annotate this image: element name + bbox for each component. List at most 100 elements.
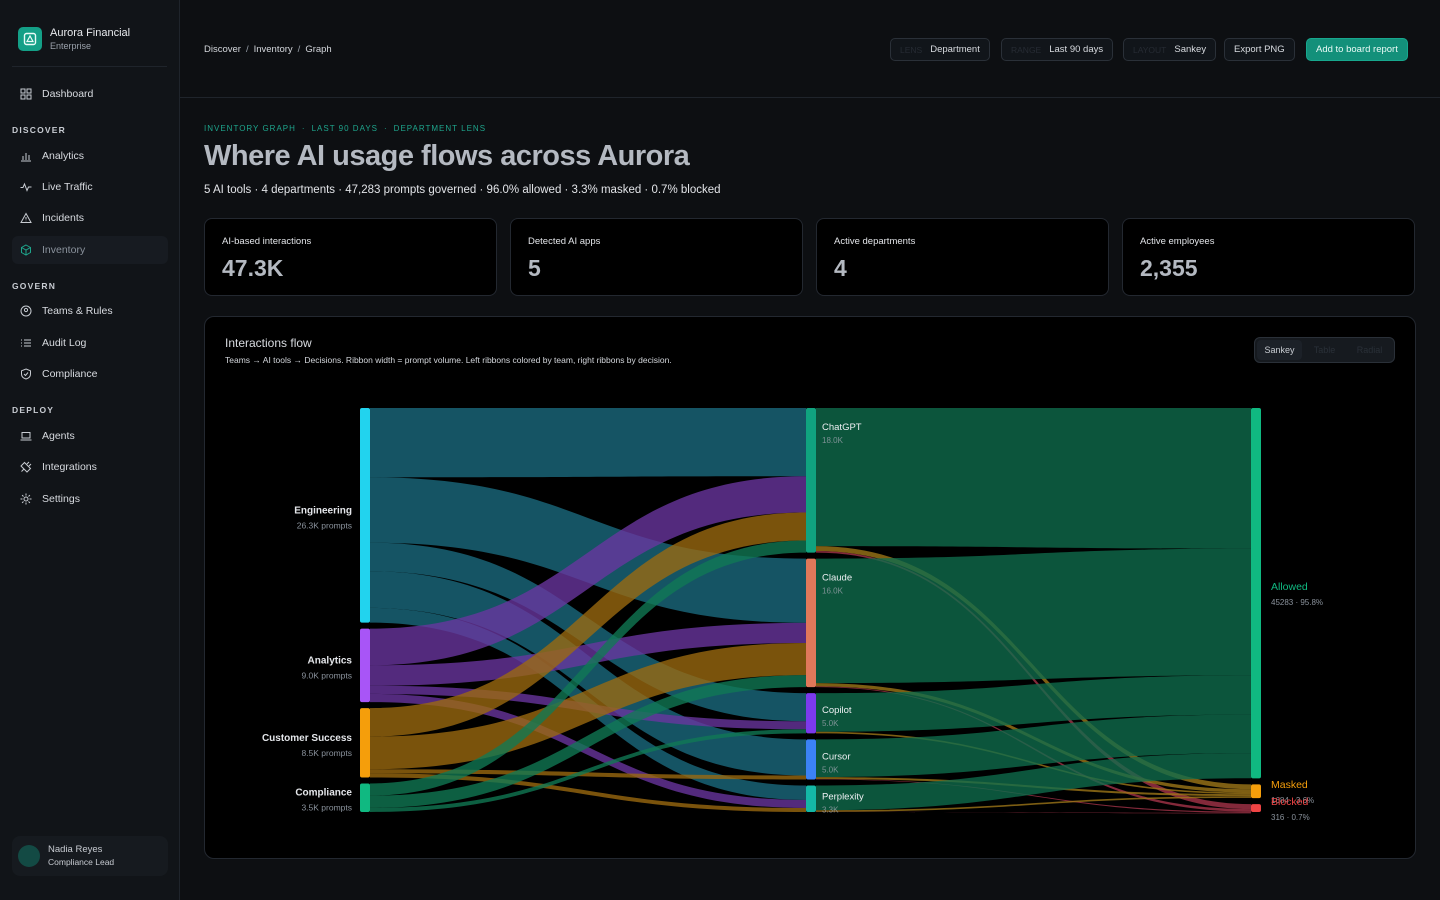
decision-sublabel: 45283 · 95.8%: [1271, 598, 1323, 607]
ribbon-eng-gpt[interactable]: [370, 408, 806, 478]
breadcrumb: Discover / Inventory / Graph: [204, 44, 332, 55]
team-node-eng[interactable]: [360, 408, 370, 623]
sidebar-item-compliance[interactable]: Compliance: [12, 360, 168, 388]
kpi-card-apps[interactable]: Detected AI apps 5: [510, 218, 803, 296]
tool-label: Cursor: [822, 751, 851, 762]
department-lens-label: Department: [930, 44, 980, 55]
sidebar-item-label: Live Traffic: [42, 181, 93, 193]
decision-node-allow[interactable]: [1251, 408, 1261, 779]
cube-icon: [21, 244, 31, 256]
team-label: Customer Success: [262, 733, 352, 744]
department-lens-button[interactable]: LENS Department: [890, 38, 990, 61]
tool-node-cop[interactable]: [806, 693, 816, 734]
kpi-card-employees[interactable]: Active employees 2,355: [1122, 218, 1415, 296]
page-subtitle: 5 AI tools · 4 departments · 47,283 prom…: [204, 184, 721, 196]
lens-ghost-label: LENS: [900, 44, 923, 55]
layout-ghost-label: LAYOUT: [1133, 44, 1167, 55]
user-card[interactable]: Nadia Reyes Compliance Lead: [12, 836, 168, 876]
decision-label: Blocked: [1271, 796, 1309, 808]
sidebar-item-teams-rules[interactable]: Teams & Rules: [12, 297, 168, 325]
team-label: Engineering: [294, 505, 352, 516]
sidebar-item-dashboard[interactable]: Dashboard: [12, 80, 168, 108]
tool-sublabel: 5.0K: [822, 765, 839, 774]
decision-node-mask[interactable]: [1251, 784, 1261, 799]
tool-node-cur[interactable]: [806, 739, 816, 780]
ribbon-gpt-allow[interactable]: [816, 408, 1251, 549]
list-icon: [21, 339, 31, 347]
sidebar-item-agents[interactable]: Agents: [12, 422, 168, 450]
ribbon-cla-allow[interactable]: [816, 548, 1251, 684]
kpi-card-interactions[interactable]: AI-based interactions 47.3K: [204, 218, 497, 296]
kpi-card-departments[interactable]: Active departments 4: [816, 218, 1109, 296]
layout-label: Sankey: [1174, 44, 1207, 55]
user-role: Compliance Lead: [48, 857, 115, 867]
breadcrumb-item-graph: Graph: [305, 44, 332, 55]
team-sublabel: 26.3K prompts: [297, 520, 352, 530]
tool-sublabel: 18.0K: [822, 436, 844, 445]
sidebar-item-audit-log[interactable]: Audit Log: [12, 329, 168, 357]
avatar: [18, 845, 40, 867]
decision-node-block[interactable]: [1251, 804, 1261, 812]
export-png-button[interactable]: Export PNG: [1224, 38, 1295, 61]
tool-node-gpt[interactable]: [806, 408, 816, 553]
warning-icon: [20, 212, 32, 223]
team-node-cs[interactable]: [360, 708, 370, 778]
user-name: Nadia Reyes: [48, 844, 103, 855]
tool-label: Claude: [822, 573, 852, 584]
tool-label: Copilot: [822, 705, 852, 716]
nav-section-deploy: DEPLOY: [12, 405, 55, 415]
sidebar-item-inventory[interactable]: Inventory: [12, 236, 168, 264]
kpi-value: 2,355: [1140, 255, 1198, 281]
gear-icon: [20, 493, 32, 505]
kpi-value: 4: [834, 255, 847, 281]
breadcrumb-item-inventory[interactable]: Inventory: [254, 44, 293, 55]
sidebar-item-label: Teams & Rules: [42, 305, 113, 317]
decision-label: Allowed: [1271, 581, 1308, 593]
sidebar-item-analytics[interactable]: Analytics: [12, 142, 168, 170]
kpi-value: 47.3K: [222, 255, 284, 281]
brand[interactable]: Aurora Financial Enterprise: [18, 26, 130, 52]
plug-icon: [20, 461, 32, 473]
sidebar-item-label: Inventory: [42, 244, 86, 256]
sidebar-item-settings[interactable]: Settings: [12, 485, 168, 513]
breadcrumb-item-discover[interactable]: Discover: [204, 44, 241, 55]
team-label: Analytics: [308, 655, 353, 666]
nav-section-govern: GOVERN: [12, 281, 57, 291]
shield-check-icon: [21, 368, 31, 380]
add-to-board-report-button[interactable]: Add to board report: [1306, 38, 1408, 61]
eyebrow-dot: ·: [301, 124, 306, 133]
topbar: Discover / Inventory / Graph LENS Depart…: [180, 0, 1440, 98]
sidebar-item-integrations[interactable]: Integrations: [12, 453, 168, 481]
range-button[interactable]: RANGE Last 90 days: [1001, 38, 1114, 61]
tool-label: ChatGPT: [822, 422, 862, 433]
sankey-chart: Engineering 26.3K prompts Analytics 9.0K pr…: [262, 408, 1323, 822]
brand-tier: Enterprise: [50, 41, 92, 51]
eyebrow-dot: ·: [384, 124, 388, 133]
team-node-com[interactable]: [360, 783, 370, 812]
interactions-flow-panel: Interactions flow Teams → AI tools → Dec…: [204, 316, 1416, 859]
range-ghost-label: RANGE: [1011, 44, 1042, 55]
layout-button[interactable]: LAYOUT Sankey: [1123, 38, 1217, 61]
ribbon-per-block[interactable]: [816, 811, 1251, 814]
sidebar-item-live-traffic[interactable]: Live Traffic: [12, 173, 168, 201]
tool-node-cla[interactable]: [806, 558, 816, 688]
kpi-label: Active departments: [834, 236, 916, 247]
brand-name: Aurora Financial: [50, 27, 131, 39]
kpi-label: Detected AI apps: [528, 236, 601, 247]
decision-sublabel: 316 · 0.7%: [1271, 813, 1310, 822]
sidebar-item-label: Settings: [42, 493, 80, 505]
breadcrumb-separator: /: [297, 44, 301, 55]
breadcrumb-separator: /: [245, 44, 249, 55]
decision-label: Masked: [1271, 779, 1308, 791]
bar-chart-icon: [21, 153, 31, 162]
kpi-label: AI-based interactions: [222, 236, 312, 247]
sidebar-item-label: Integrations: [42, 461, 97, 473]
team-node-ana[interactable]: [360, 628, 370, 703]
team-sublabel: 3.5K prompts: [301, 803, 352, 813]
pulse-icon: [20, 182, 32, 192]
sidebar-item-incidents[interactable]: Incidents: [12, 204, 168, 232]
brand-logo-icon: [18, 27, 42, 51]
eyebrow-item: DEPARTMENT LENS: [393, 124, 487, 133]
tool-node-per[interactable]: [806, 785, 816, 812]
eyebrow-item: INVENTORY GRAPH: [204, 124, 296, 133]
